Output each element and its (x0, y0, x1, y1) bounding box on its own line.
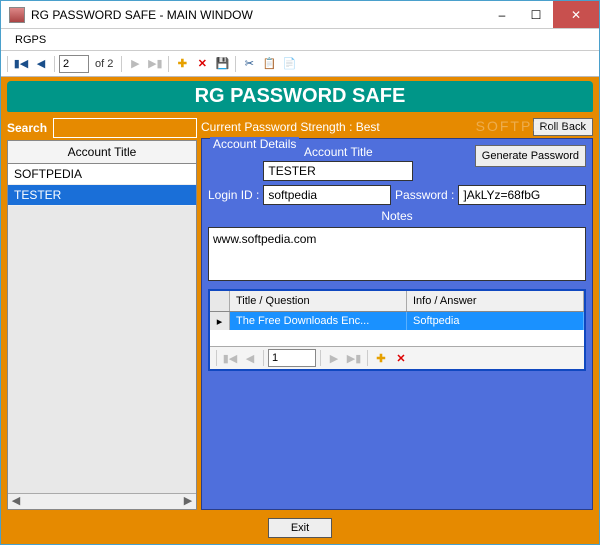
app-icon (9, 7, 25, 23)
sub-row-indicator-icon[interactable]: ▸ (210, 312, 230, 330)
nav-last-icon[interactable]: ▶▮ (146, 55, 164, 73)
scroll-left-icon[interactable]: ◀ (8, 494, 24, 509)
maximize-button[interactable] (519, 1, 553, 28)
sub-nav-next-icon[interactable]: ▶ (325, 349, 343, 367)
exit-button[interactable]: Exit (268, 518, 332, 538)
sub-page-input[interactable] (268, 349, 316, 367)
grid-scrollbar[interactable]: ◀ ▶ (8, 493, 196, 509)
password-label: Password : (395, 188, 454, 202)
sub-nav-first-icon[interactable]: ▮◀ (221, 349, 239, 367)
sub-nav-prev-icon[interactable]: ◀ (241, 349, 259, 367)
left-column: Search Account Title SOFTPEDIA TESTER ◀ … (7, 118, 197, 510)
delete-icon[interactable]: ✕ (193, 55, 211, 73)
app-title: RG PASSWORD SAFE (7, 81, 593, 112)
sub-add-icon[interactable]: ✚ (372, 349, 390, 367)
menubar: RGPS (1, 29, 599, 51)
notes-textarea[interactable]: www.softpedia.com (208, 227, 586, 281)
sub-rowheader[interactable] (210, 291, 230, 311)
grid-header[interactable]: Account Title (8, 141, 196, 164)
main-toolbar: ▮◀ ◀ of 2 ▶ ▶▮ ✚ ✕ 💾 ✂ 📋 📄 (1, 51, 599, 77)
search-label: Search (7, 121, 47, 135)
window-title: RG PASSWORD SAFE - MAIN WINDOW (31, 8, 485, 22)
nav-prev-icon[interactable]: ◀ (32, 55, 50, 73)
content-area: RG PASSWORD SAFE Search Account Title SO… (1, 77, 599, 544)
group-label: Account Details (210, 137, 299, 151)
sub-col-info[interactable]: Info / Answer (407, 291, 584, 311)
page-of-label: of 2 (91, 58, 117, 70)
sub-cell[interactable]: The Free Downloads Enc... (230, 312, 407, 330)
page-input[interactable] (59, 55, 89, 73)
scroll-right-icon[interactable]: ▶ (180, 494, 196, 509)
grid-row[interactable]: TESTER (8, 185, 196, 206)
sub-delete-icon[interactable]: ✕ (392, 349, 410, 367)
password-input[interactable] (458, 185, 586, 205)
account-details-group: Account Details Account Title Generate P… (201, 138, 593, 510)
copy-icon[interactable]: 📋 (260, 55, 278, 73)
add-icon[interactable]: ✚ (173, 55, 191, 73)
right-column: Current Password Strength : Best SOFTPED… (201, 118, 593, 510)
account-title-input[interactable] (263, 161, 413, 181)
nav-first-icon[interactable]: ▮◀ (12, 55, 30, 73)
minimize-button[interactable] (485, 1, 519, 28)
paste-icon[interactable]: 📄 (280, 55, 298, 73)
accounts-grid: Account Title SOFTPEDIA TESTER ◀ ▶ (7, 140, 197, 510)
sub-navigator: ▮◀ ◀ ▶ ▶▮ ✚ ✕ (210, 346, 584, 369)
sub-nav-last-icon[interactable]: ▶▮ (345, 349, 363, 367)
menu-rgps[interactable]: RGPS (7, 32, 54, 48)
generate-password-button[interactable]: Generate Password (475, 145, 586, 167)
rollback-button[interactable]: Roll Back (533, 118, 593, 136)
strength-label: Current Password Strength : Best (201, 120, 527, 134)
cut-icon[interactable]: ✂ (240, 55, 258, 73)
grid-row[interactable]: SOFTPEDIA (8, 164, 196, 185)
qa-subgrid: Title / Question Info / Answer ▸ The Fre… (208, 289, 586, 371)
titlebar: RG PASSWORD SAFE - MAIN WINDOW (1, 1, 599, 29)
sub-col-title[interactable]: Title / Question (230, 291, 407, 311)
nav-next-icon[interactable]: ▶ (126, 55, 144, 73)
sub-cell[interactable]: Softpedia (407, 312, 584, 330)
notes-label: Notes (208, 209, 586, 223)
close-button[interactable] (553, 1, 599, 28)
main-window: RG PASSWORD SAFE - MAIN WINDOW RGPS ▮◀ ◀… (0, 0, 600, 545)
login-id-input[interactable] (263, 185, 391, 205)
save-icon[interactable]: 💾 (213, 55, 231, 73)
search-input[interactable] (53, 118, 197, 138)
login-id-label: Login ID : (208, 188, 259, 202)
